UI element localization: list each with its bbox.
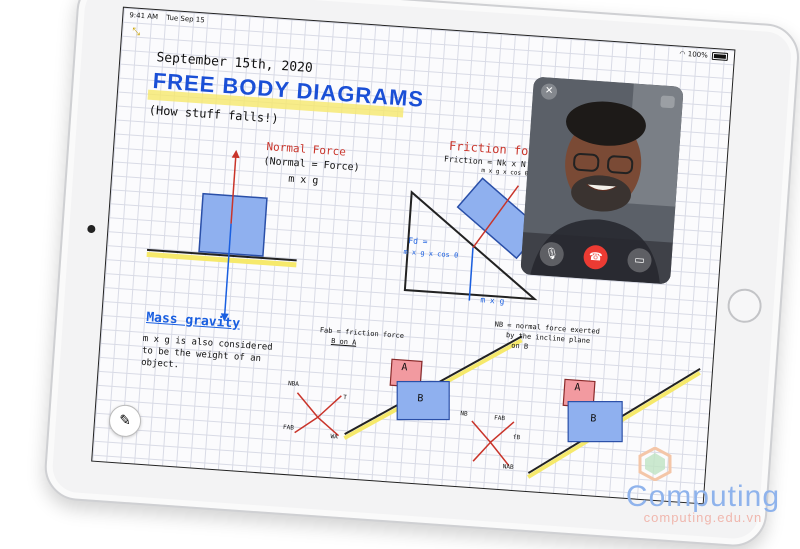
mute-mic-icon[interactable]: 🎙 [538, 241, 565, 267]
vec-b1 [489, 421, 515, 443]
watermark-title: Computing [625, 480, 780, 513]
vec-b3 [472, 441, 492, 462]
vec-t-label: T [342, 393, 348, 402]
vec-a1 [317, 395, 342, 418]
nb-note-3: on B [510, 341, 529, 351]
end-call-icon[interactable]: ☎ [582, 244, 609, 271]
weight-arrow [468, 247, 474, 301]
block-a2-label: A [574, 382, 581, 394]
vec-nb-label: NB [460, 410, 468, 418]
block-a-label: A [401, 361, 408, 374]
watermark: Computing computing.edu.vn [626, 480, 780, 525]
mxg-label: m x g [480, 295, 505, 306]
watermark-url: computing.edu.vn [643, 510, 763, 525]
block-b-label: B [416, 393, 424, 405]
vec-fab2-label: FAB [493, 414, 506, 423]
vec-nab-label: NAB [502, 463, 514, 472]
block-b2-label: B [589, 413, 597, 425]
vec-wa-label: WA [330, 433, 338, 441]
facetime-window[interactable]: ✕ 🎙 ☎ ▭ [520, 76, 684, 285]
vec-a3 [294, 416, 319, 434]
ipad-device: 9:41 AM Tue Sep 15 ◠ 100% ⤡ September 15… [42, 0, 800, 549]
computing-logo-icon [638, 447, 672, 481]
vec-b4 [489, 441, 510, 467]
fab-note-2: B on A [330, 337, 357, 347]
facetime-expand-icon[interactable] [660, 95, 676, 109]
normal-force-formula-2: m x g [287, 173, 319, 187]
vec-b2 [471, 420, 492, 443]
scene: 9:41 AM Tue Sep 15 ◠ 100% ⤡ September 15… [0, 0, 800, 549]
normal-force-arrowhead [231, 149, 240, 159]
camera-off-icon[interactable]: ▭ [626, 247, 653, 274]
notes-screen: 9:41 AM Tue Sep 15 ◠ 100% ⤡ September 15… [91, 6, 736, 505]
vec-nba-label: NBA [287, 380, 300, 388]
fd-label: Fd = [408, 236, 428, 247]
vec-fb-label: fB [512, 433, 521, 442]
vec-fab-label: FAB [282, 423, 295, 432]
vec-a2 [296, 392, 319, 418]
